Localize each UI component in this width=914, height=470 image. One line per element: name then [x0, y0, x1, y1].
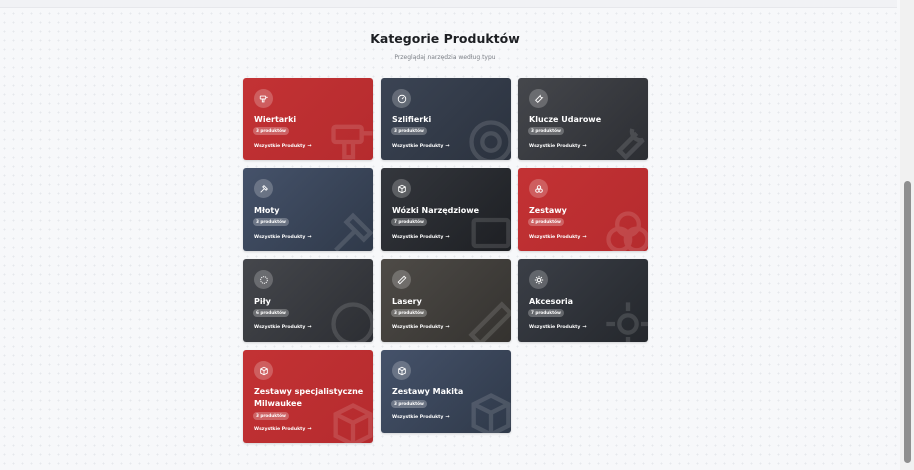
product-count-badge: 6 produktów — [253, 309, 289, 317]
arrow-right-icon: → — [307, 143, 312, 149]
category-title: Wózki Narzędziowe — [392, 206, 480, 215]
category-card-pily[interactable]: Piły 6 produktów Wszystkie Produkty → — [243, 259, 373, 342]
arrow-right-icon: → — [445, 143, 450, 149]
product-count-badge: 3 produktów — [528, 127, 564, 135]
category-card-lasery[interactable]: Lasery 3 produktów Wszystkie Produkty → — [381, 259, 511, 342]
hammer-icon — [254, 179, 273, 198]
category-card-zestawy-milwaukee[interactable]: Zestawy specjalistyczne Milwaukee 3 prod… — [243, 350, 373, 443]
top-bar — [0, 0, 897, 8]
drill-icon — [254, 89, 273, 108]
all-products-link[interactable]: Wszystkie Produkty → — [254, 143, 312, 149]
arrow-right-icon: → — [445, 234, 450, 240]
all-products-link[interactable]: Wszystkie Produkty → — [392, 414, 450, 420]
category-card-wiertarki[interactable]: Wiertarki 3 produktów Wszystkie Produkty… — [243, 78, 373, 160]
all-products-link[interactable]: Wszystkie Produkty → — [254, 234, 312, 240]
arrow-right-icon: → — [445, 324, 450, 330]
gauge-icon — [392, 89, 411, 108]
category-title: Zestawy specjalistyczne Milwaukee — [254, 387, 364, 408]
category-title: Zestawy — [529, 206, 567, 215]
all-products-link[interactable]: Wszystkie Produkty → — [254, 324, 312, 330]
package-icon — [392, 361, 411, 380]
arrow-right-icon: → — [307, 324, 312, 330]
arrow-right-icon: → — [582, 143, 587, 149]
category-card-mloty[interactable]: Młoty 3 produktów Wszystkie Produkty → — [243, 168, 373, 251]
scrollbar-thumb[interactable] — [904, 181, 911, 463]
all-products-link[interactable]: Wszystkie Produkty → — [529, 234, 587, 240]
arrow-right-icon: → — [307, 234, 312, 240]
all-products-link[interactable]: Wszystkie Produkty → — [392, 234, 450, 240]
product-count-badge: 3 produktów — [253, 127, 289, 135]
category-card-szlifierki[interactable]: Szlifierki 3 produktów Wszystkie Produkt… — [381, 78, 511, 160]
box-icon — [392, 179, 411, 198]
product-count-badge: 7 produktów — [391, 218, 427, 226]
category-title: Klucze Udarowe — [529, 115, 602, 124]
arrow-right-icon: → — [307, 426, 312, 432]
gear-icon — [529, 270, 548, 289]
arrow-right-icon: → — [582, 234, 587, 240]
category-card-wozki-narzedziowe[interactable]: Wózki Narzędziowe 7 produktów Wszystkie … — [381, 168, 511, 251]
product-count-badge: 7 produktów — [528, 309, 564, 317]
all-products-link[interactable]: Wszystkie Produkty → — [254, 426, 312, 432]
section-title: Kategorie Produktów — [370, 31, 520, 46]
ruler-icon — [392, 270, 411, 289]
product-count-badge: 4 produktów — [528, 218, 564, 226]
category-title: Piły — [254, 297, 271, 306]
saw-blade-icon — [254, 270, 273, 289]
section-subtitle: Przeglądaj narzędzia według typu — [394, 54, 496, 61]
arrow-right-icon: → — [445, 414, 450, 420]
all-products-link[interactable]: Wszystkie Produkty → — [392, 324, 450, 330]
all-products-link[interactable]: Wszystkie Produkty → — [529, 143, 587, 149]
category-title: Zestawy Makita — [392, 387, 464, 396]
category-title: Akcesoria — [529, 297, 574, 306]
scrollbar-track[interactable] — [900, 0, 914, 470]
category-card-zestawy[interactable]: Zestawy 4 produktów Wszystkie Produkty → — [518, 168, 648, 251]
category-title: Wiertarki — [254, 115, 297, 124]
category-card-zestawy-makita[interactable]: Zestawy Makita 3 produktów Wszystkie Pro… — [381, 350, 511, 433]
category-card-akcesoria[interactable]: Akcesoria 7 produktów Wszystkie Produkty… — [518, 259, 648, 342]
category-title: Szlifierki — [392, 115, 432, 124]
wrench-icon — [529, 89, 548, 108]
product-count-badge: 3 produktów — [391, 127, 427, 135]
product-count-badge: 3 produktów — [391, 400, 427, 408]
category-title: Młoty — [254, 206, 280, 215]
product-count-badge: 3 produktów — [391, 309, 427, 317]
package-icon — [254, 361, 273, 380]
category-title: Lasery — [392, 297, 422, 306]
boxes-icon — [529, 179, 548, 198]
product-count-badge: 3 produktów — [253, 412, 289, 420]
product-count-badge: 3 produktów — [253, 218, 289, 226]
all-products-link[interactable]: Wszystkie Produkty → — [529, 324, 587, 330]
all-products-link[interactable]: Wszystkie Produkty → — [392, 143, 450, 149]
arrow-right-icon: → — [582, 324, 587, 330]
category-card-klucze-udarowe[interactable]: Klucze Udarowe 3 produktów Wszystkie Pro… — [518, 78, 648, 160]
